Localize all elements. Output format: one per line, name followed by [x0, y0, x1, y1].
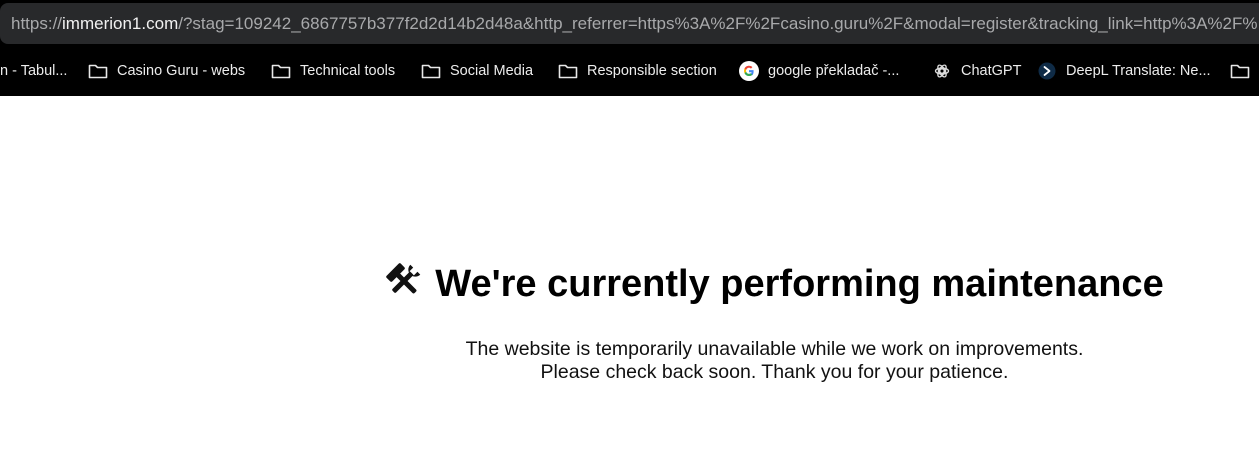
- bookmark-label: ChatGPT: [961, 63, 1022, 79]
- google-icon: [739, 61, 759, 81]
- url-text[interactable]: https://immerion1.com/?stag=109242_68677…: [11, 14, 1258, 34]
- folder-icon: [558, 61, 578, 81]
- bookmark-label: google překladač -...: [768, 63, 900, 79]
- message-line-1: The website is temporarily unavailable w…: [465, 338, 1084, 360]
- bookmark-label: Casino Guru - webs: [117, 63, 246, 79]
- bookmark-label: Technical tools: [300, 63, 396, 79]
- hammer-wrench-icon: [385, 262, 423, 300]
- url-path: /?stag=109242_6867757b377f2d2d14b2d48a&h…: [178, 14, 1258, 33]
- maintenance-heading: We're currently performing maintenance: [0, 262, 1259, 306]
- bookmark-label: Responsible section: [587, 63, 717, 79]
- bookmark-folder-technical-tools[interactable]: Technical tools: [271, 51, 395, 91]
- bookmark-chatgpt[interactable]: ChatGPT: [932, 51, 1021, 91]
- page-title: We're currently performing maintenance: [435, 263, 1164, 305]
- browser-chrome: https://immerion1.com/?stag=109242_68677…: [0, 0, 1259, 96]
- bookmark-label: DeepL Translate: Ne...: [1066, 63, 1211, 79]
- bookmark-deepl[interactable]: DeepL Translate: Ne...: [1037, 51, 1211, 91]
- bookmark-label: n - Tabul...: [0, 63, 68, 79]
- bookmark-google-translate[interactable]: google překladač -...: [739, 51, 899, 91]
- url-host: immerion1.com: [62, 14, 179, 33]
- folder-icon: [271, 61, 291, 81]
- url-scheme: https://: [11, 14, 63, 33]
- address-bar[interactable]: https://immerion1.com/?stag=109242_68677…: [0, 3, 1259, 44]
- chatgpt-icon: [932, 61, 952, 81]
- bookmark-folder-casino-guru[interactable]: Casino Guru - webs: [88, 51, 245, 91]
- bookmark-folder-overflow[interactable]: [1230, 51, 1259, 91]
- deepl-icon: [1037, 61, 1057, 81]
- folder-icon: [1230, 61, 1250, 81]
- message-line-2: Please check back soon. Thank you for yo…: [540, 361, 1009, 383]
- folder-icon: [421, 61, 441, 81]
- bookmark-folder-social-media[interactable]: Social Media: [421, 51, 533, 91]
- folder-icon: [88, 61, 108, 81]
- bookmark-label: Social Media: [450, 63, 534, 79]
- maintenance-message: The website is temporarily unavailable w…: [0, 338, 1259, 384]
- bookmark-item-0[interactable]: n - Tabul...: [0, 51, 67, 91]
- bookmarks-bar: n - Tabul... Casino Guru - webs Technica…: [0, 51, 1259, 91]
- bookmark-folder-responsible-section[interactable]: Responsible section: [558, 51, 717, 91]
- page-content: We're currently performing maintenance T…: [0, 96, 1259, 467]
